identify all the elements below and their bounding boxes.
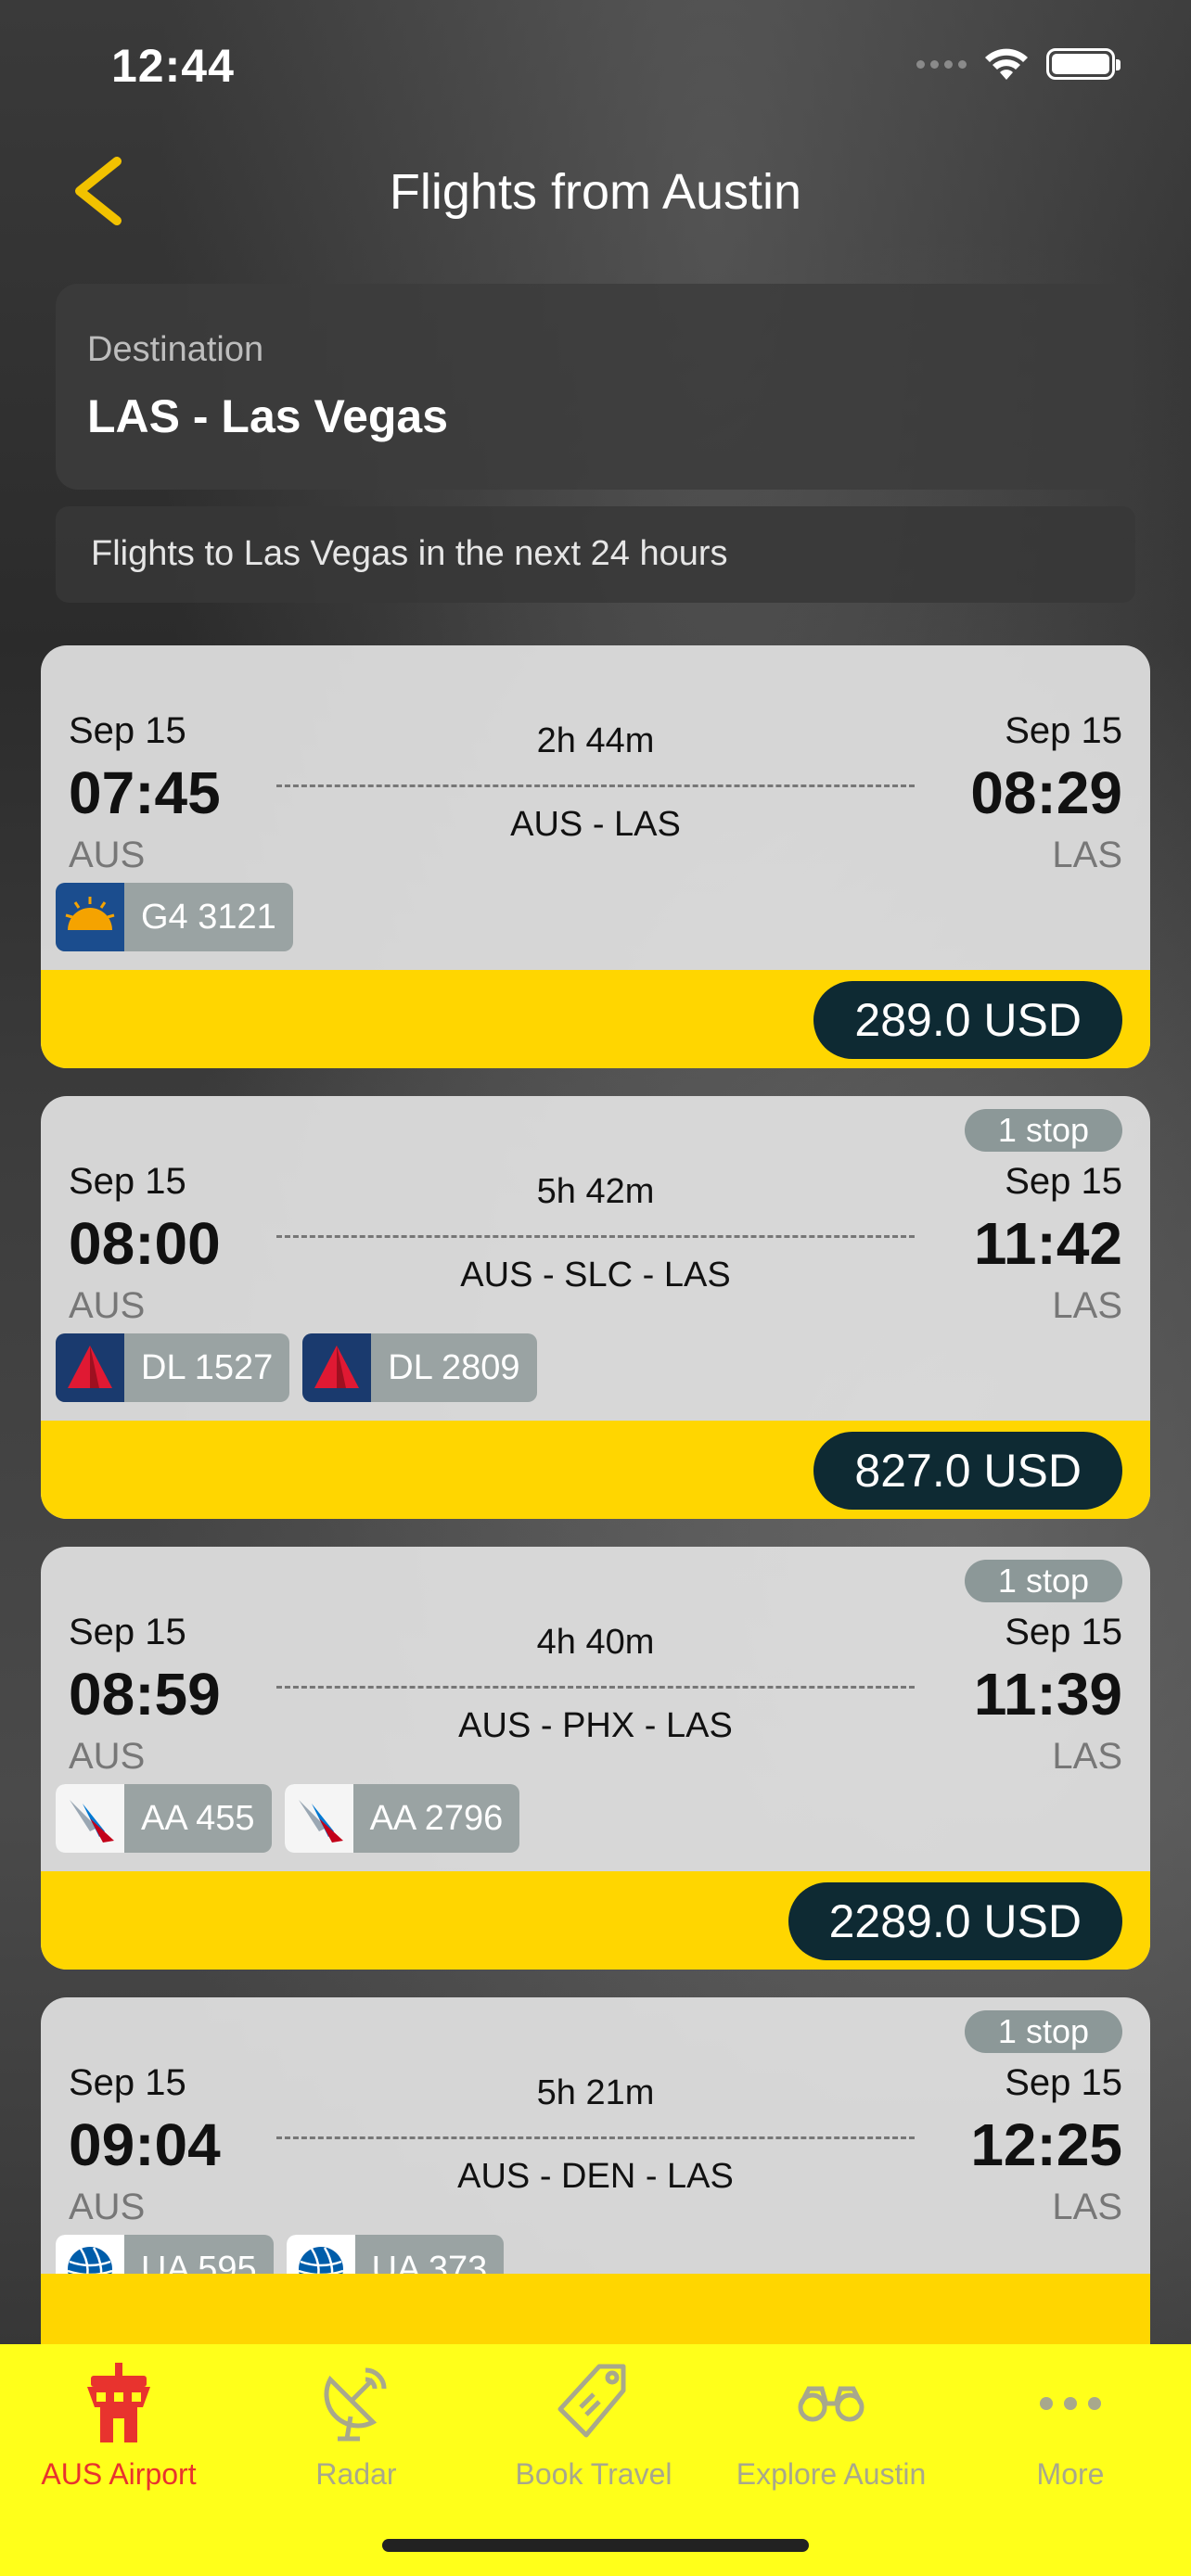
flight-number: G4 3121 (141, 897, 276, 937)
tab-radar[interactable]: Radar (237, 2344, 475, 2530)
tab-label: Radar (315, 2457, 397, 2491)
control-tower-icon (0, 2361, 237, 2444)
page-title: Flights from Austin (389, 164, 802, 220)
flight-card[interactable]: Sep 15 07:45 AUS 2h 44m AUS - LAS Sep 15… (41, 645, 1150, 1068)
arrival-time: 12:25 (970, 2111, 1122, 2178)
binoculars-icon (712, 2361, 950, 2444)
info-text: Flights to Las Vegas in the next 24 hour… (91, 534, 728, 573)
flight-number: AA 455 (141, 1798, 255, 1838)
arrival-airport: LAS (1052, 2187, 1122, 2227)
tab-explore-austin[interactable]: Explore Austin (712, 2344, 950, 2530)
arrival-time: 11:39 (973, 1661, 1122, 1728)
flight-number-chip: AA 455 (56, 1784, 272, 1853)
arrival-airport: LAS (1052, 1285, 1122, 1326)
info-banner: Flights to Las Vegas in the next 24 hour… (56, 506, 1135, 603)
destination-label: Destination (87, 330, 264, 369)
delta-widget-icon (302, 1333, 372, 1402)
wifi-icon (985, 48, 1028, 80)
radar-dish-icon (237, 2361, 475, 2444)
route-divider (276, 784, 915, 787)
arrival-time: 08:29 (970, 759, 1122, 826)
tab-label: Explore Austin (736, 2457, 927, 2491)
flight-numbers: DL 1527 DL 2809 (56, 1333, 537, 1402)
tab-label: Book Travel (515, 2457, 672, 2491)
tab-label: More (1036, 2457, 1105, 2491)
flight-number: DL 1527 (141, 1347, 274, 1387)
flight-numbers: G4 3121 (56, 883, 293, 951)
route-divider (276, 2136, 915, 2139)
clock: 12:44 (111, 40, 235, 92)
price-bar: 827.0 USD (41, 1421, 1150, 1519)
arrival-date: Sep 15 (1005, 2062, 1122, 2103)
more-dots-icon (950, 2361, 1191, 2444)
tab-label: AUS Airport (41, 2457, 197, 2491)
flight-number-chip: AA 2796 (284, 1784, 520, 1853)
flight-number: DL 2809 (388, 1347, 520, 1387)
price-bar: 289.0 USD (41, 970, 1150, 1068)
stops-badge: 1 stop (964, 1560, 1122, 1602)
price-button[interactable]: 289.0 USD (813, 981, 1122, 1059)
flight-duration: 5h 21m (536, 2073, 655, 2112)
price-button[interactable]: 827.0 USD (813, 1432, 1122, 1510)
battery-icon (1046, 48, 1121, 80)
arrival-date: Sep 15 (1005, 1612, 1122, 1652)
arrival-time: 11:42 (973, 1210, 1122, 1277)
destination-value: LAS - Las Vegas (87, 390, 449, 442)
delta-widget-icon (56, 1333, 124, 1402)
tab-more[interactable]: More (950, 2344, 1191, 2530)
arrival-date: Sep 15 (1005, 710, 1122, 751)
destination-selector[interactable]: Destination LAS - Las Vegas (56, 284, 1135, 490)
flight-card[interactable]: 1 stop Sep 15 08:59 AUS 4h 40m AUS - PHX… (41, 1547, 1150, 1970)
home-indicator (382, 2539, 809, 2552)
flight-number-chip: DL 1527 (56, 1333, 290, 1402)
route-divider (276, 1686, 915, 1689)
allegiant-sun-icon (56, 883, 124, 951)
price-tag-icon (475, 2361, 712, 2444)
arrival-airport: LAS (1052, 835, 1122, 875)
flight-number: AA 2796 (369, 1798, 504, 1838)
status-bar: 12:44 (0, 0, 1191, 130)
flight-number-chip: G4 3121 (56, 883, 293, 951)
arrival-date: Sep 15 (1005, 1161, 1122, 1202)
cellular-signal-icon (916, 59, 967, 69)
arrival-airport: LAS (1052, 1736, 1122, 1777)
american-flight-symbol-icon (284, 1784, 353, 1853)
flight-duration: 2h 44m (536, 721, 655, 760)
navigation-bar: Flights from Austin (0, 139, 1191, 241)
flight-numbers: AA 455 AA 2796 (56, 1784, 520, 1853)
tab-aus-airport[interactable]: AUS Airport (0, 2344, 237, 2530)
route-divider (276, 1235, 915, 1238)
flight-card[interactable]: 1 stop Sep 15 09:04 AUS 5h 21m AUS - DEN… (41, 1997, 1150, 2372)
flight-card[interactable]: 1 stop Sep 15 08:00 AUS 5h 42m AUS - SLC… (41, 1096, 1150, 1519)
price-bar: 2289.0 USD (41, 1871, 1150, 1970)
flight-duration: 4h 40m (536, 1623, 655, 1662)
stops-badge: 1 stop (964, 2010, 1122, 2053)
flight-number-chip: DL 2809 (302, 1333, 537, 1402)
american-flight-symbol-icon (56, 1784, 124, 1853)
price-button[interactable]: 2289.0 USD (788, 1882, 1122, 1960)
tab-book-travel[interactable]: Book Travel (475, 2344, 712, 2530)
stops-badge: 1 stop (964, 1109, 1122, 1152)
flight-duration: 5h 42m (536, 1172, 655, 1211)
